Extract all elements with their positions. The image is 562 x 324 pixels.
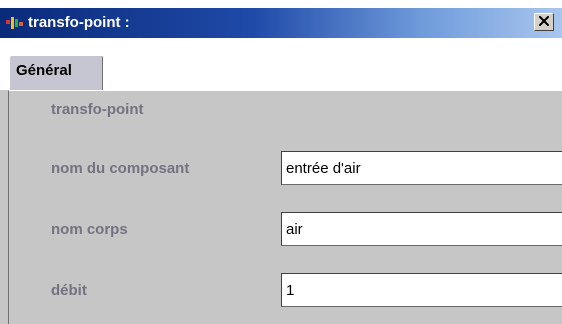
- flow-rate-label: débit: [51, 282, 87, 299]
- body-name-input[interactable]: [281, 212, 562, 246]
- body-name-label: nom corps: [51, 221, 128, 238]
- app-icon: [6, 16, 24, 30]
- general-panel: transfo-point nom du composant nom corps…: [8, 90, 562, 324]
- close-button[interactable]: [534, 13, 554, 31]
- title-bar[interactable]: transfo-point :: [0, 8, 562, 38]
- tab-strip: Général: [0, 38, 562, 91]
- component-name-label: nom du composant: [51, 160, 190, 177]
- window-title: transfo-point :: [28, 14, 130, 31]
- flow-rate-input[interactable]: [281, 273, 562, 307]
- section-title: transfo-point: [51, 101, 144, 118]
- dialog-window: transfo-point : Général transfo-point no…: [0, 8, 562, 324]
- tab-general[interactable]: Général: [9, 55, 103, 91]
- component-name-input[interactable]: [281, 151, 562, 185]
- close-icon: [538, 13, 550, 31]
